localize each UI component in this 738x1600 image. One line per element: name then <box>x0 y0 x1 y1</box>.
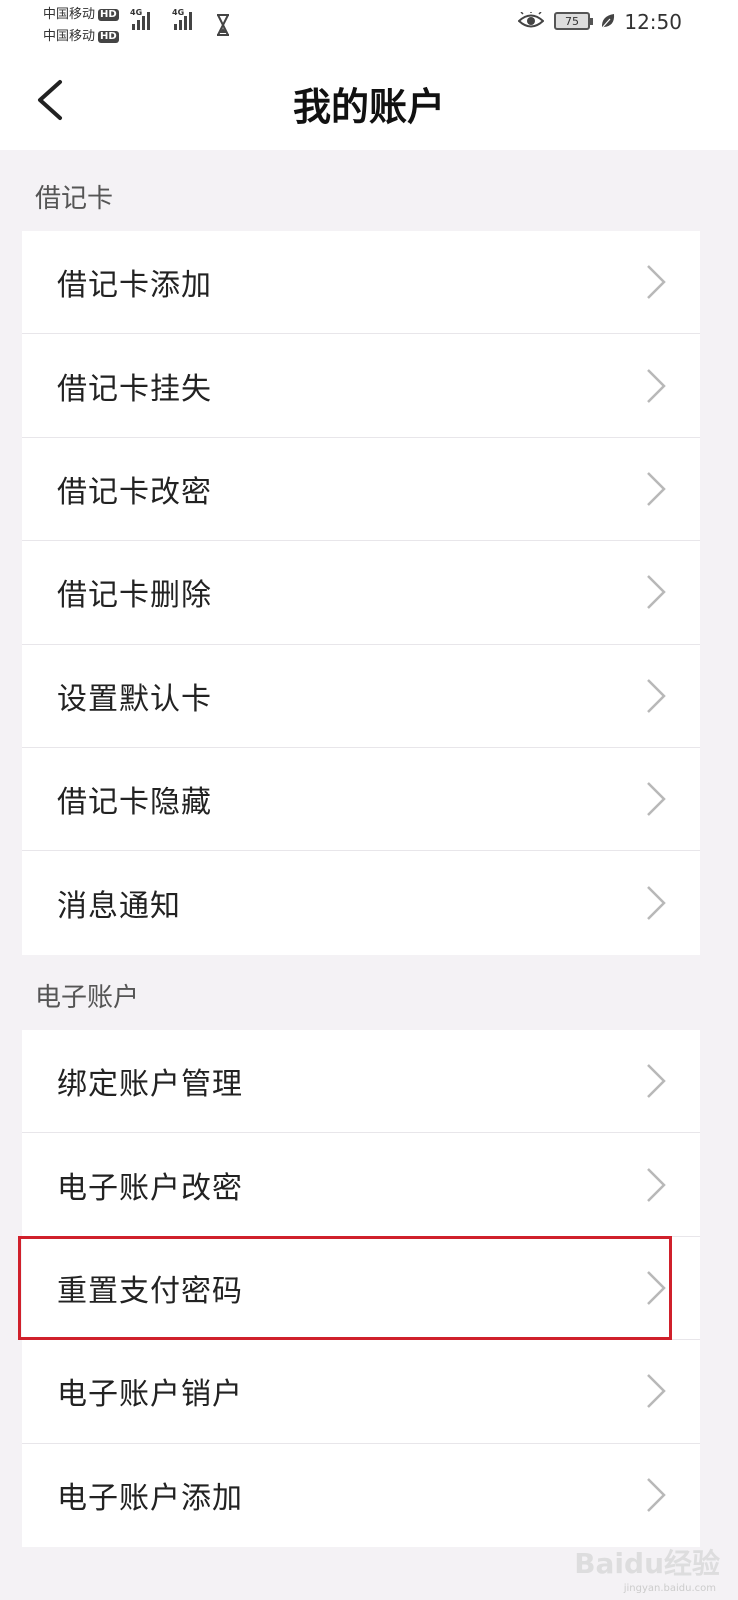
chevron-right-icon <box>647 1064 666 1099</box>
e-account-item[interactable]: 电子账户改密 <box>22 1133 700 1237</box>
debit-card-item-label: 借记卡添加 <box>57 268 212 304</box>
hourglass-icon <box>217 14 229 36</box>
carrier-name-1: 中国移动 <box>43 7 96 22</box>
debit-card-item-label: 设置默认卡 <box>57 681 212 717</box>
e-account-item-label: 绑定账户管理 <box>57 1067 243 1103</box>
e-account-item[interactable]: 重置支付密码 <box>22 1237 700 1341</box>
chevron-right-icon <box>647 1167 666 1202</box>
debit-card-item[interactable]: 借记卡隐藏 <box>22 748 700 852</box>
debit-card-item[interactable]: 借记卡添加 <box>22 231 700 335</box>
navigation-bar: 我的账户 <box>0 52 738 150</box>
chevron-right-icon <box>647 1271 666 1305</box>
chevron-right-icon <box>647 782 666 817</box>
debit-card-item[interactable]: 借记卡删除 <box>22 541 700 645</box>
leaf-icon <box>601 14 615 29</box>
chevron-right-icon <box>647 1478 666 1513</box>
chevron-right-icon <box>647 265 666 300</box>
network-type-2: 4G <box>172 8 185 17</box>
watermark-sub: jingyan.baidu.com <box>623 1583 716 1594</box>
carrier-info: 中国移动 HD 中国移动 HD <box>43 4 119 48</box>
e-account-item-label: 电子账户添加 <box>57 1481 243 1517</box>
chevron-right-icon <box>647 368 666 403</box>
debit-card-item[interactable]: 设置默认卡 <box>22 645 700 748</box>
debit-card-item-label: 借记卡挂失 <box>57 371 212 407</box>
e-account-item[interactable]: 电子账户销户 <box>22 1340 700 1444</box>
debit-card-item-label: 借记卡隐藏 <box>57 785 212 821</box>
section-header-debit-card: 借记卡 <box>35 184 114 214</box>
hd-badge-1: HD <box>98 9 119 21</box>
debit-card-item-label: 借记卡删除 <box>57 578 212 614</box>
debit-card-item[interactable]: 借记卡挂失 <box>22 334 700 438</box>
e-account-item[interactable]: 电子账户添加 <box>22 1444 700 1547</box>
status-bar: 中国移动 HD 中国移动 HD 4G 4G 75 12:50 <box>0 0 738 52</box>
eye-comfort-icon <box>518 12 544 28</box>
hd-badge-2: HD <box>98 31 119 43</box>
chevron-right-icon <box>647 472 666 506</box>
chevron-right-icon <box>647 1374 666 1409</box>
network-type-1: 4G <box>130 8 143 17</box>
e-account-item-label: 电子账户改密 <box>57 1170 243 1206</box>
chevron-right-icon <box>647 678 666 713</box>
battery-level: 75 <box>565 14 579 28</box>
watermark: Baidu经验 <box>574 1542 720 1582</box>
watermark-text: Baidu经验 <box>574 1547 720 1580</box>
debit-card-item-label: 消息通知 <box>57 889 181 925</box>
debit-card-item-label: 借记卡改密 <box>57 474 212 510</box>
status-time: 12:50 <box>624 10 682 34</box>
e-account-menu: 绑定账户管理 电子账户改密 重置支付密码 电子账户销户 电子账户添加 <box>22 1030 700 1547</box>
e-account-item-label: 电子账户销户 <box>57 1377 243 1413</box>
status-icons: 75 <box>518 12 616 30</box>
section-header-e-account: 电子账户 <box>35 983 140 1013</box>
debit-card-item[interactable]: 消息通知 <box>22 851 700 954</box>
page-title: 我的账户 <box>292 85 445 129</box>
chevron-right-icon <box>647 575 666 610</box>
e-account-item-label: 重置支付密码 <box>57 1273 243 1309</box>
signal-indicators: 4G 4G <box>130 8 192 30</box>
carrier-name-2: 中国移动 <box>43 29 96 44</box>
signal-icon: 4G <box>130 8 150 30</box>
e-account-item[interactable]: 绑定账户管理 <box>22 1030 700 1134</box>
debit-card-item[interactable]: 借记卡改密 <box>22 438 700 542</box>
debit-card-menu: 借记卡添加借记卡挂失借记卡改密借记卡删除设置默认卡借记卡隐藏消息通知 <box>22 231 700 955</box>
battery-icon: 75 <box>554 12 593 30</box>
chevron-right-icon <box>647 886 666 920</box>
signal-icon: 4G <box>172 8 192 30</box>
